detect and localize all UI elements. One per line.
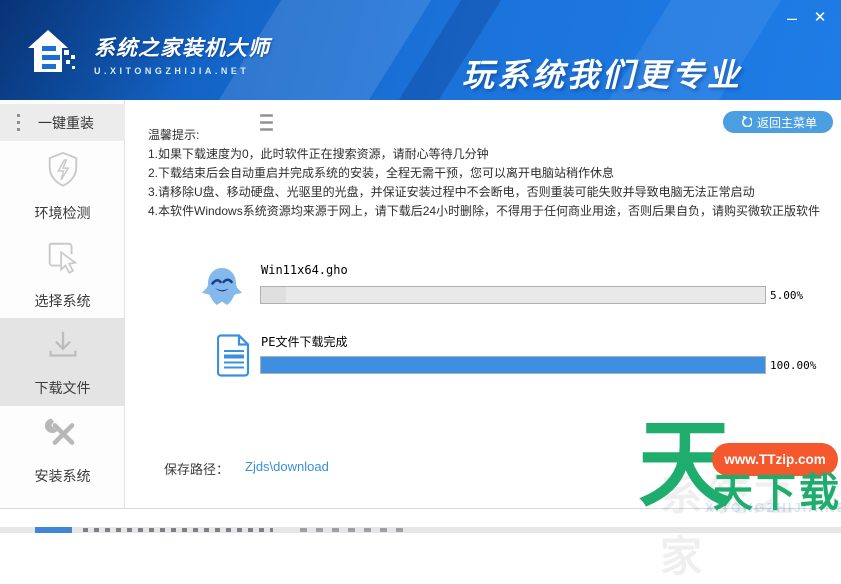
logo-subtitle: U.XITONGZHIJIA.NET <box>94 65 250 76</box>
file-document-icon <box>216 334 251 382</box>
progress-bar-pe-file <box>260 356 766 374</box>
sidebar-item-download-files[interactable]: 下载文件 <box>0 318 125 406</box>
progress-bar-win11 <box>260 286 766 304</box>
progress-fill <box>261 357 765 373</box>
watermark-background-text: 系统之家 <box>660 472 799 580</box>
sidebar-item-env-check[interactable]: 环境检测 <box>0 142 125 230</box>
minimize-button[interactable]: – <box>781 8 803 28</box>
tips-block: 温馨提示: 1.如果下载速度为0，此时软件正在搜索资源，请耐心等待几分钟 2.下… <box>148 126 820 221</box>
sidebar-header-label: 一键重装 <box>38 114 94 131</box>
download-file-name: Win11x64.gho <box>261 263 348 277</box>
tools-icon <box>44 415 82 458</box>
progress-fill <box>261 287 287 303</box>
save-path-link[interactable]: Zjds\download <box>245 459 329 474</box>
background-window-blue-fragment <box>35 527 72 533</box>
close-button[interactable]: ✕ <box>809 8 831 28</box>
app-logo: 系统之家装机大师 U.XITONGZHIJIA.NET <box>22 24 270 83</box>
save-path-label: 保存路径： <box>164 462 230 477</box>
sidebar-header-one-key-reinstall[interactable]: 一键重装 <box>0 104 273 141</box>
tips-line-1: 1.如果下载速度为0，此时软件正在搜索资源，请耐心等待几分钟 <box>148 147 489 161</box>
tips-title: 温馨提示: <box>148 128 200 142</box>
cursor-select-icon <box>44 238 82 283</box>
app-header: 系统之家装机大师 U.XITONGZHIJIA.NET 玩系统我们更专业 – ✕ <box>0 0 841 100</box>
header-slogan: 玩系统我们更专业 <box>462 57 743 93</box>
house-logo-icon <box>22 24 84 83</box>
sidebar-item-label: 下载文件 <box>34 379 91 396</box>
window-controls: – ✕ <box>781 8 831 28</box>
sidebar-item-label: 环境检测 <box>34 204 91 221</box>
sidebar-item-label: 选择系统 <box>34 292 91 309</box>
ghost-mascot-icon <box>198 264 246 319</box>
background-window-text-fragment <box>83 528 273 532</box>
background-window-sliver <box>0 527 841 533</box>
download-icon <box>44 327 82 370</box>
tips-line-3: 3.请移除U盘、移动硬盘、光驱里的光盘，并保证安装过程中不会断电，否则重装可能失… <box>148 185 755 199</box>
shield-bolt-icon <box>44 150 82 195</box>
sidebar-item-select-system[interactable]: 选择系统 <box>0 230 125 318</box>
background-window-text-fragment <box>300 528 410 532</box>
sidebar-item-label: 安装系统 <box>34 467 91 484</box>
tips-line-4: 4.本软件Windows系统资源均来源于网上，请下载后24小时删除，不得用于任何… <box>148 204 821 218</box>
progress-percent-win11: 5.00% <box>770 289 804 302</box>
download-file-name: PE文件下载完成 <box>261 335 348 349</box>
window-bottom-border <box>0 508 841 509</box>
tips-line-2: 2.下载结束后会自动重启并完成系统的安装，全程无需干预，您可以离开电脑站稍作休息 <box>148 166 615 180</box>
list-menu-icon <box>17 114 273 131</box>
sidebar: 一键重装 环境检测 选择系统 下载文件 安装系统 <box>0 100 273 508</box>
sidebar-item-install-system[interactable]: 安装系统 <box>0 406 125 494</box>
ttzip-url-pill: www.TTzip.com <box>712 443 838 476</box>
ttzip-logo-big-char: 天 <box>638 412 734 518</box>
logo-title: 系统之家装机大师 <box>94 36 270 60</box>
progress-percent-pe-file: 100.00% <box>770 359 817 372</box>
